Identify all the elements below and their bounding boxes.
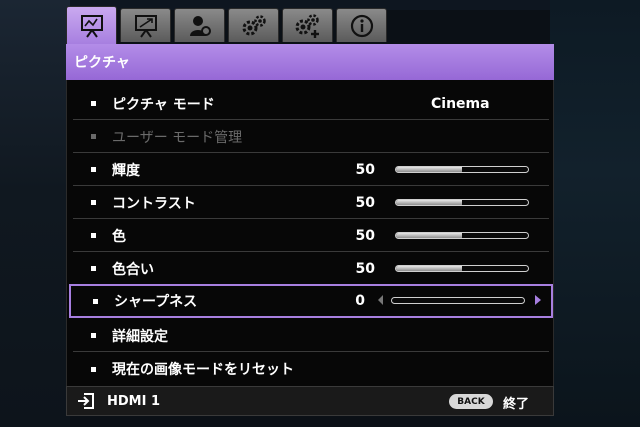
bullet-icon [91, 200, 96, 205]
bullet-icon [91, 333, 96, 338]
menu-item-sharpness[interactable]: シャープネス 0 [69, 284, 553, 318]
tint-value: 50 [355, 260, 375, 277]
menu-item-color[interactable]: 色 50 [73, 220, 549, 252]
tab-information[interactable] [336, 8, 387, 42]
menu-item-picture-mode[interactable]: ピクチャ モード Cinema [73, 88, 549, 120]
color-value: 50 [355, 227, 375, 244]
tab-advanced-system[interactable] [282, 8, 333, 42]
gears-plus-icon [295, 13, 319, 38]
page-title: ピクチャ [66, 44, 554, 80]
picture-icon [80, 14, 103, 38]
sharpness-value: 0 [355, 293, 365, 309]
increase-arrow-icon[interactable] [535, 295, 541, 305]
bullet-icon [91, 233, 96, 238]
tab-display[interactable] [120, 8, 171, 42]
menu-item-label: 輝度 [112, 162, 140, 179]
input-source-icon [77, 393, 95, 409]
exit-label: 終了 [503, 397, 530, 412]
tint-slider[interactable] [395, 265, 529, 272]
tab-system[interactable] [228, 8, 279, 42]
osd-menu: ピクチャ ピクチャ モード Cinema ユーザー モード管理 輝度 50 コン… [66, 6, 556, 416]
tab-picture[interactable] [66, 6, 117, 44]
menu-item-advanced-settings[interactable]: 詳細設定 [73, 320, 549, 352]
bullet-icon [91, 101, 96, 106]
tab-user-settings[interactable] [174, 8, 225, 42]
bullet-icon [93, 298, 98, 304]
menu-item-label: ユーザー モード管理 [112, 129, 243, 146]
bullet-icon [91, 266, 96, 271]
decrease-arrow-icon[interactable] [378, 295, 383, 305]
menu-item-label: ピクチャ モード [112, 96, 215, 113]
menu-item-label: 現在の画像モードをリセット [112, 362, 294, 378]
contrast-slider[interactable] [395, 199, 529, 206]
brightness-slider[interactable] [395, 166, 529, 173]
color-slider[interactable] [395, 232, 529, 239]
bullet-icon [91, 167, 96, 172]
display-icon [134, 14, 157, 38]
user-settings-icon [189, 15, 211, 36]
bullet-icon [91, 134, 96, 139]
sharpness-slider[interactable] [391, 297, 525, 304]
menu-item-tint[interactable]: 色合い 50 [73, 253, 549, 285]
menu-item-label: コントラスト [112, 195, 196, 212]
status-bar: HDMI 1 BACK 終了 [66, 386, 554, 416]
menu-item-label: シャープネス [114, 294, 198, 310]
bullet-icon [91, 366, 96, 372]
background-left [0, 0, 70, 427]
menu-item-user-mode-management: ユーザー モード管理 [73, 121, 549, 153]
brightness-value: 50 [355, 161, 375, 178]
background-right [550, 0, 640, 427]
info-icon [350, 14, 373, 37]
tab-bar [66, 6, 556, 44]
menu-item-contrast[interactable]: コントラスト 50 [73, 187, 549, 219]
menu-item-label: 色合い [112, 261, 154, 278]
back-button[interactable]: BACK [449, 394, 493, 409]
picture-mode-value: Cinema [431, 95, 490, 112]
contrast-value: 50 [355, 194, 375, 211]
menu-item-reset-picture-mode[interactable]: 現在の画像モードをリセット [73, 353, 549, 385]
menu-item-brightness[interactable]: 輝度 50 [73, 154, 549, 186]
menu-item-label: 色 [112, 228, 126, 245]
menu-panel: ピクチャ モード Cinema ユーザー モード管理 輝度 50 コントラスト … [66, 80, 554, 386]
input-source-label: HDMI 1 [107, 393, 161, 409]
gears-icon [242, 14, 266, 35]
menu-item-label: 詳細設定 [112, 328, 168, 345]
page-title-text: ピクチャ [74, 55, 130, 71]
